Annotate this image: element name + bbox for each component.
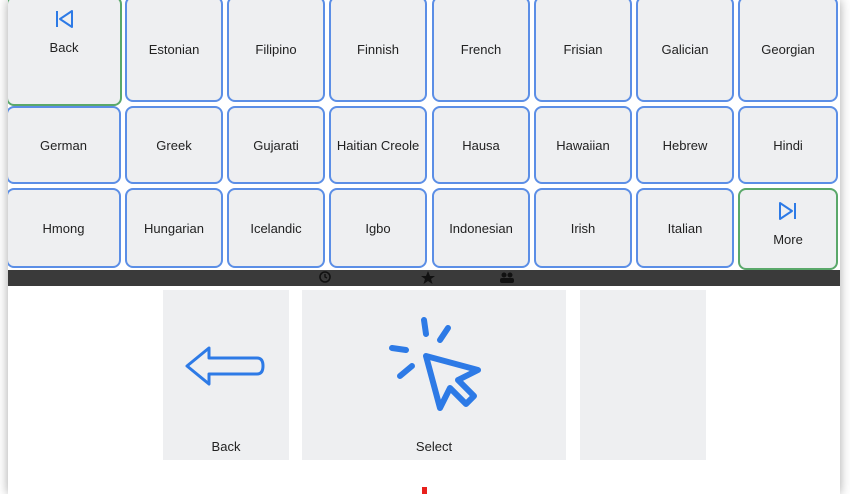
- back-control-label: Back: [211, 439, 241, 454]
- select-control-label: Select: [415, 439, 453, 454]
- arrow-left-icon: [185, 346, 265, 386]
- language-key-igbo[interactable]: Igbo: [329, 188, 427, 268]
- bottom-toolbar: [8, 270, 840, 286]
- back-nav-label: Back: [49, 40, 79, 55]
- back-control[interactable]: Back: [163, 290, 289, 460]
- skip-back-icon: [56, 10, 73, 28]
- language-key-hungarian[interactable]: Hungarian: [125, 188, 223, 268]
- language-key-georgian[interactable]: Georgian: [738, 0, 838, 102]
- language-key-estonian[interactable]: Estonian: [125, 0, 223, 102]
- language-key-filipino[interactable]: Filipino: [227, 0, 325, 102]
- history-icon[interactable]: [318, 271, 332, 285]
- language-key-gujarati[interactable]: Gujarati: [227, 106, 325, 184]
- skip-forward-icon: [779, 202, 796, 220]
- more-nav-label: More: [773, 232, 803, 247]
- language-key-galician[interactable]: Galician: [636, 0, 734, 102]
- back-nav-key[interactable]: Back: [8, 0, 122, 106]
- people-icon[interactable]: [499, 271, 515, 285]
- language-key-icelandic[interactable]: Icelandic: [227, 188, 325, 268]
- language-key-italian[interactable]: Italian: [636, 188, 734, 268]
- indicator-mark: [422, 487, 427, 494]
- language-key-german[interactable]: German: [8, 106, 121, 184]
- language-key-hawaiian[interactable]: Hawaiian: [534, 106, 632, 184]
- language-key-finnish[interactable]: Finnish: [329, 0, 427, 102]
- language-grid: Back Estonian Filipino Finnish French Fr…: [8, 0, 840, 270]
- language-key-irish[interactable]: Irish: [534, 188, 632, 268]
- language-key-haitian-creole[interactable]: Haitian Creole: [329, 106, 427, 184]
- select-control[interactable]: Select: [302, 290, 566, 460]
- click-cursor-icon: [389, 317, 481, 411]
- language-key-hebrew[interactable]: Hebrew: [636, 106, 734, 184]
- language-key-frisian[interactable]: Frisian: [534, 0, 632, 102]
- language-key-hindi[interactable]: Hindi: [738, 106, 838, 184]
- star-icon[interactable]: [421, 271, 435, 285]
- language-key-greek[interactable]: Greek: [125, 106, 223, 184]
- more-nav-key[interactable]: More: [738, 188, 838, 270]
- language-key-indonesian[interactable]: Indonesian: [432, 188, 530, 268]
- language-key-hausa[interactable]: Hausa: [432, 106, 530, 184]
- language-key-french[interactable]: French: [432, 0, 530, 102]
- app-window: Back Estonian Filipino Finnish French Fr…: [8, 0, 840, 494]
- empty-control[interactable]: [580, 290, 706, 460]
- language-key-hmong[interactable]: Hmong: [8, 188, 121, 268]
